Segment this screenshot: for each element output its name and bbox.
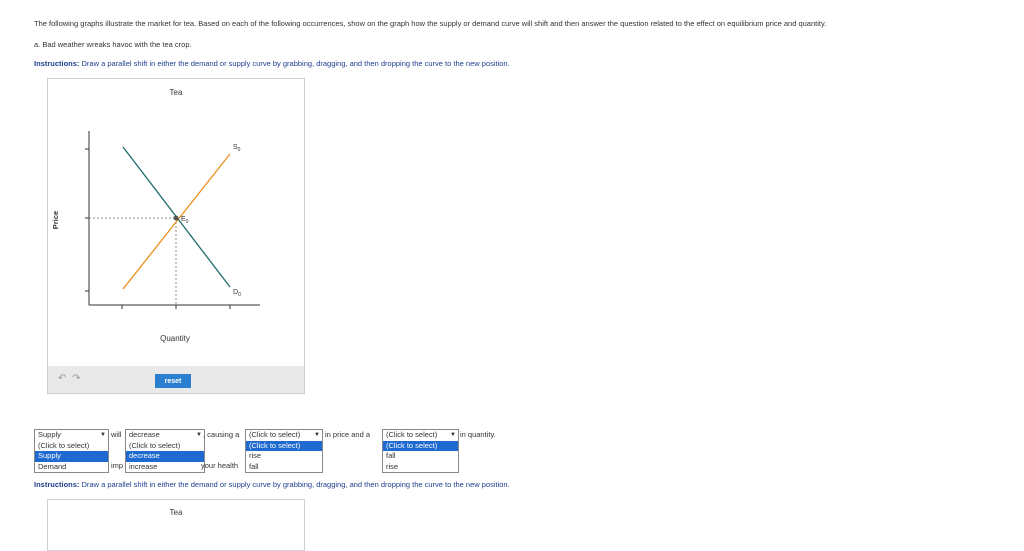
shift-option[interactable]: increase — [126, 462, 204, 473]
question-part-a: a. Bad weather wreaks havoc with the tea… — [34, 40, 192, 49]
dropdown-arrow-icon: ▼ — [196, 432, 202, 438]
curve-dropdown[interactable]: Supply ▼ (Click to select) Supply Demand — [34, 429, 109, 473]
curve-option[interactable]: (Click to select) — [35, 441, 108, 452]
curve-option[interactable]: Supply — [35, 451, 108, 462]
undo-redo-group: ↶ ↷ — [58, 373, 81, 384]
quantity-dropdown-selected[interactable]: (Click to select) ▼ — [383, 430, 458, 441]
dropdown-arrow-icon: ▼ — [314, 432, 320, 438]
equilibrium-point — [173, 215, 179, 221]
price-option[interactable]: (Click to select) — [246, 440, 322, 451]
in-price-text: in price and a — [325, 430, 371, 439]
instructions-prefix: Instructions: — [34, 59, 80, 68]
will-text: will — [111, 430, 122, 439]
demand-label-sub: 0 — [238, 292, 241, 298]
undo-icon[interactable]: ↶ — [58, 373, 66, 384]
curve-dropdown-value: Supply — [38, 430, 61, 439]
shift-dropdown-selected[interactable]: decrease ▼ — [126, 430, 204, 441]
curve-option[interactable]: Demand — [35, 462, 108, 473]
reset-button[interactable]: reset — [155, 374, 191, 388]
dropdown-arrow-icon: ▼ — [100, 432, 106, 438]
graph-canvas: Tea S0 D0 E0 Quantity Price — [51, 88, 260, 343]
instructions-2-prefix: Instructions: — [34, 480, 80, 489]
graph-title: Tea — [170, 88, 183, 97]
curve-dropdown-selected[interactable]: Supply ▼ — [35, 430, 108, 441]
redo-icon[interactable]: ↷ — [72, 373, 80, 384]
price-dropdown-selected[interactable]: (Click to select) ▼ — [246, 430, 322, 441]
demand-label: D0 — [233, 289, 241, 298]
price-dropdown[interactable]: (Click to select) ▼ (Click to select) ris… — [245, 429, 323, 473]
shift-option[interactable]: decrease — [126, 451, 204, 462]
graph-panel-2: Tea — [47, 499, 305, 551]
supply-label-sub: 0 — [238, 147, 241, 153]
instructions-text: Draw a parallel shift in either the dema… — [79, 59, 510, 68]
shift-dropdown-value: decrease — [129, 430, 160, 439]
price-option[interactable]: fall — [246, 462, 322, 473]
dropdown-arrow-icon: ▼ — [450, 432, 456, 438]
graph-panel: Tea S0 D0 E0 Quantity Price — [47, 78, 305, 368]
quantity-dropdown-value: (Click to select) — [386, 430, 438, 439]
instructions-2-text: Draw a parallel shift in either the dema… — [79, 480, 510, 489]
instructions-2: Instructions: Draw a parallel shift in e… — [34, 480, 510, 489]
partial-health-text: your health — [201, 461, 239, 470]
quantity-option[interactable]: (Click to select) — [383, 440, 458, 451]
y-axis-label: Price — [51, 211, 60, 229]
price-dropdown-value: (Click to select) — [249, 430, 301, 439]
quantity-option[interactable]: rise — [383, 462, 458, 473]
causing-text: , causing a — [203, 430, 240, 439]
shift-option[interactable]: (Click to select) — [126, 441, 204, 452]
x-axis-label: Quantity — [160, 334, 190, 343]
partial-imp-text: imp — [111, 461, 124, 470]
in-quantity-text: in quantity. — [460, 430, 496, 439]
quantity-dropdown[interactable]: (Click to select) ▼ (Click to select) fal… — [382, 429, 459, 473]
shift-dropdown[interactable]: decrease ▼ (Click to select) decrease inc… — [125, 429, 205, 473]
supply-label: S0 — [233, 144, 241, 153]
graph-toolbar: ↶ ↷ reset — [47, 366, 305, 394]
supply-curve[interactable] — [122, 153, 231, 290]
price-option[interactable]: rise — [246, 451, 322, 462]
graph-2-title: Tea — [169, 508, 183, 517]
equilibrium-label-sub: 0 — [186, 219, 189, 225]
quantity-option[interactable]: fall — [383, 451, 458, 462]
question-text: The following graphs illustrate the mark… — [34, 19, 827, 28]
instructions: Instructions: Draw a parallel shift in e… — [34, 59, 510, 68]
